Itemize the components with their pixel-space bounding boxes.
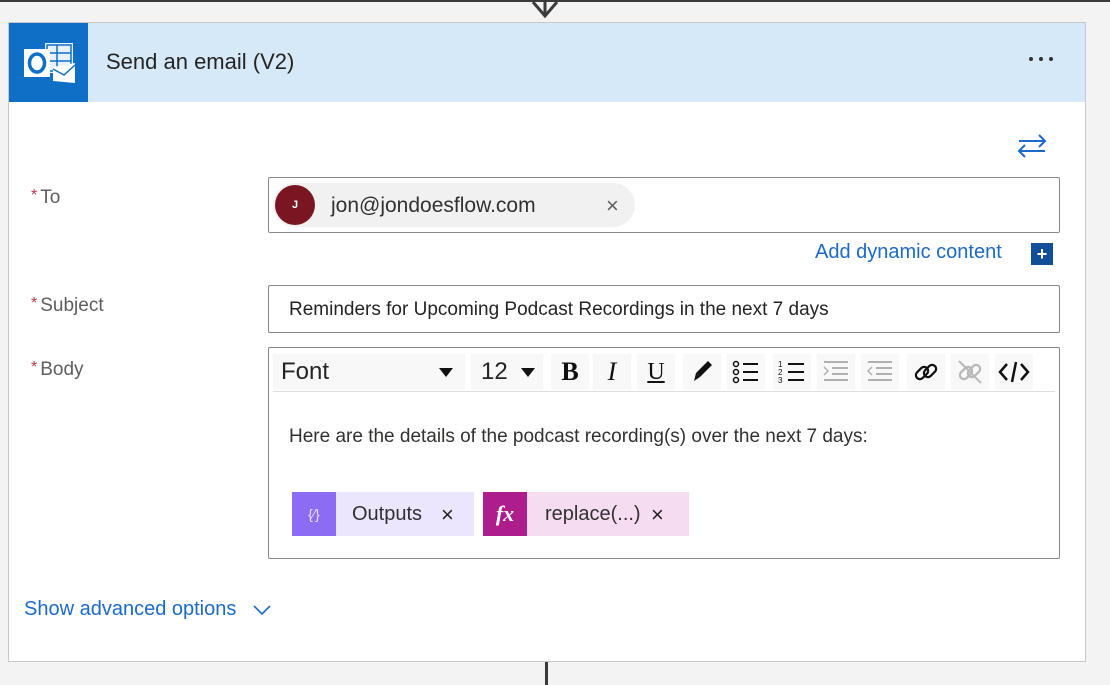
subject-label-text: Subject bbox=[40, 295, 104, 316]
unlink-icon bbox=[958, 360, 982, 384]
dynamic-token-outputs[interactable]: {⁄} Outputs × bbox=[292, 492, 474, 536]
compose-output-icon: {⁄} bbox=[292, 492, 336, 536]
outdent-button[interactable] bbox=[861, 354, 899, 390]
numbered-list-icon: 1 2 3 bbox=[778, 360, 804, 385]
insert-link-button[interactable] bbox=[907, 354, 945, 390]
recipient-email: jon@jondoesflow.com bbox=[331, 194, 536, 217]
token-label: replace(...) bbox=[545, 503, 641, 525]
flow-connector-arrow-icon bbox=[531, 0, 559, 19]
body-label: * Body bbox=[31, 359, 84, 381]
body-text: Here are the details of the podcast reco… bbox=[289, 426, 868, 447]
to-label-text: To bbox=[40, 187, 61, 208]
body-editor[interactable]: Font 12 B I U 1 2 3 Here are the details… bbox=[268, 347, 1060, 559]
font-size-value: 12 bbox=[481, 358, 508, 385]
send-email-action-card: Send an email (V2) * To J jon@jondoesflow… bbox=[8, 22, 1086, 662]
svg-text:3: 3 bbox=[778, 376, 783, 385]
to-label: * To bbox=[31, 187, 60, 209]
body-label-text: Body bbox=[40, 359, 84, 380]
add-dynamic-content-plus-icon[interactable]: + bbox=[1031, 243, 1053, 265]
numbered-list-button[interactable]: 1 2 3 bbox=[773, 354, 811, 390]
show-advanced-options-label: Show advanced options bbox=[24, 598, 237, 620]
recipient-chip: J jon@jondoesflow.com × bbox=[273, 183, 635, 227]
show-advanced-options-link[interactable]: Show advanced options bbox=[24, 598, 272, 621]
font-color-icon bbox=[694, 361, 712, 381]
font-dropdown[interactable]: Font bbox=[273, 354, 465, 390]
bold-button[interactable]: B bbox=[551, 354, 589, 390]
chevron-down-icon bbox=[439, 367, 453, 377]
indent-button[interactable] bbox=[817, 354, 855, 390]
expression-fx-icon: fx bbox=[483, 492, 527, 536]
outdent-icon bbox=[866, 361, 892, 381]
more-options-icon[interactable] bbox=[1017, 41, 1065, 77]
italic-icon: I bbox=[607, 357, 617, 386]
add-dynamic-content-link[interactable]: Add dynamic content bbox=[815, 241, 1002, 264]
font-color-button[interactable] bbox=[683, 354, 721, 390]
italic-button[interactable]: I bbox=[593, 354, 631, 390]
chevron-down-icon bbox=[253, 604, 271, 615]
code-view-icon bbox=[998, 361, 1030, 383]
required-marker: * bbox=[31, 187, 38, 204]
bulleted-list-button[interactable] bbox=[727, 354, 765, 390]
avatar: J bbox=[275, 185, 315, 225]
underline-icon: U bbox=[647, 358, 665, 385]
remove-recipient-icon[interactable]: × bbox=[606, 193, 619, 219]
link-icon bbox=[914, 363, 938, 381]
token-label: Outputs bbox=[352, 503, 423, 525]
card-header[interactable]: Send an email (V2) bbox=[9, 23, 1085, 102]
outlook-icon bbox=[9, 23, 88, 102]
font-size-dropdown[interactable]: 12 bbox=[471, 354, 543, 390]
card-title: Send an email (V2) bbox=[106, 49, 295, 74]
code-view-button[interactable] bbox=[995, 354, 1033, 390]
underline-button[interactable]: U bbox=[637, 354, 675, 390]
flow-connector-line bbox=[545, 662, 548, 685]
bulleted-list-icon bbox=[732, 360, 758, 384]
required-marker: * bbox=[31, 359, 38, 376]
remove-token-icon[interactable]: × bbox=[441, 502, 454, 528]
rich-text-toolbar: Font 12 B I U 1 2 3 bbox=[273, 352, 1055, 392]
remove-link-button[interactable] bbox=[951, 354, 989, 390]
switch-mode-icon[interactable] bbox=[1015, 133, 1049, 159]
subject-label: * Subject bbox=[31, 295, 104, 317]
expression-token-replace[interactable]: fx replace(...) × bbox=[483, 492, 689, 536]
subject-value: Reminders for Upcoming Podcast Recording… bbox=[289, 299, 829, 320]
to-field[interactable]: J jon@jondoesflow.com × bbox=[268, 177, 1060, 233]
remove-token-icon[interactable]: × bbox=[651, 502, 664, 528]
bold-icon: B bbox=[561, 357, 579, 386]
required-marker: * bbox=[31, 295, 38, 312]
font-dropdown-value: Font bbox=[281, 358, 330, 385]
chevron-down-icon bbox=[521, 367, 535, 377]
subject-field[interactable]: Reminders for Upcoming Podcast Recording… bbox=[268, 285, 1060, 333]
indent-icon bbox=[823, 361, 848, 381]
